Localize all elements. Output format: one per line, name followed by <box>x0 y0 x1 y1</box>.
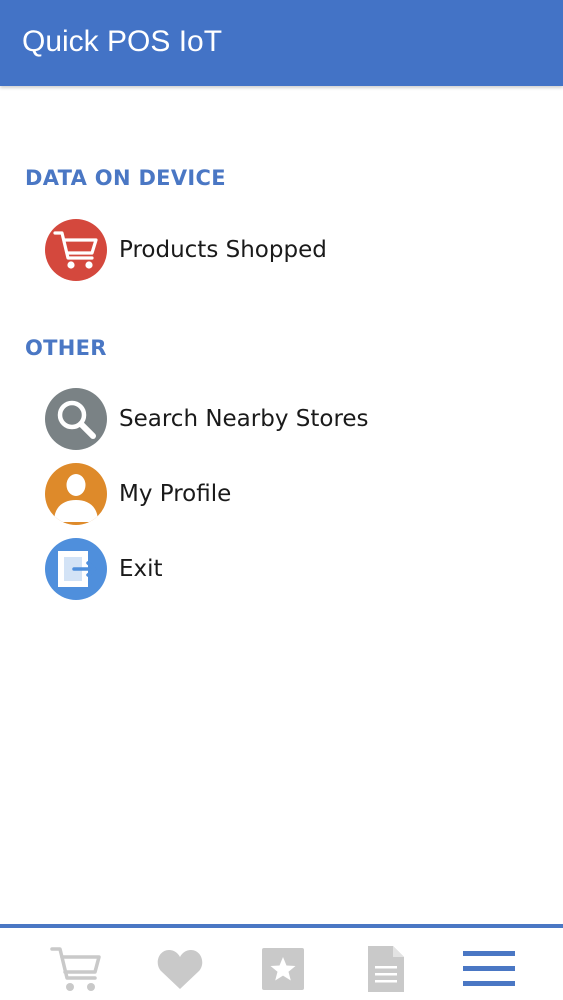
nav-favorites[interactable] <box>150 942 210 996</box>
user-icon <box>45 463 107 525</box>
search-icon <box>45 388 107 450</box>
menu-item-label: Products Shopped <box>119 237 327 263</box>
menu-item-label: Search Nearby Stores <box>119 406 369 432</box>
star-icon <box>262 948 304 990</box>
menu-item-my-profile[interactable]: My Profile <box>44 460 524 528</box>
menu-item-label: Exit <box>119 556 163 582</box>
cart-icon <box>50 947 101 991</box>
menu-item-label: My Profile <box>119 481 232 507</box>
menu-item-products-shopped[interactable]: Products Shopped <box>44 216 524 284</box>
nav-starred[interactable] <box>253 942 313 996</box>
section-header-other: OTHER <box>25 336 107 360</box>
hamburger-menu-icon <box>463 951 515 986</box>
app-title: Quick POS IoT <box>22 25 223 58</box>
bottom-navigation <box>0 924 563 1000</box>
document-icon <box>368 946 404 992</box>
nav-cart[interactable] <box>46 942 106 996</box>
menu-item-exit[interactable]: Exit <box>44 535 524 603</box>
nav-documents[interactable] <box>356 942 416 996</box>
heart-icon <box>157 950 203 989</box>
exit-icon <box>45 538 107 600</box>
menu-item-search-nearby-stores[interactable]: Search Nearby Stores <box>44 385 524 453</box>
nav-menu[interactable] <box>459 942 519 996</box>
app-bar: Quick POS IoT <box>0 0 563 86</box>
shopping-cart-icon <box>45 219 107 281</box>
section-header-data-on-device: DATA ON DEVICE <box>25 166 226 190</box>
